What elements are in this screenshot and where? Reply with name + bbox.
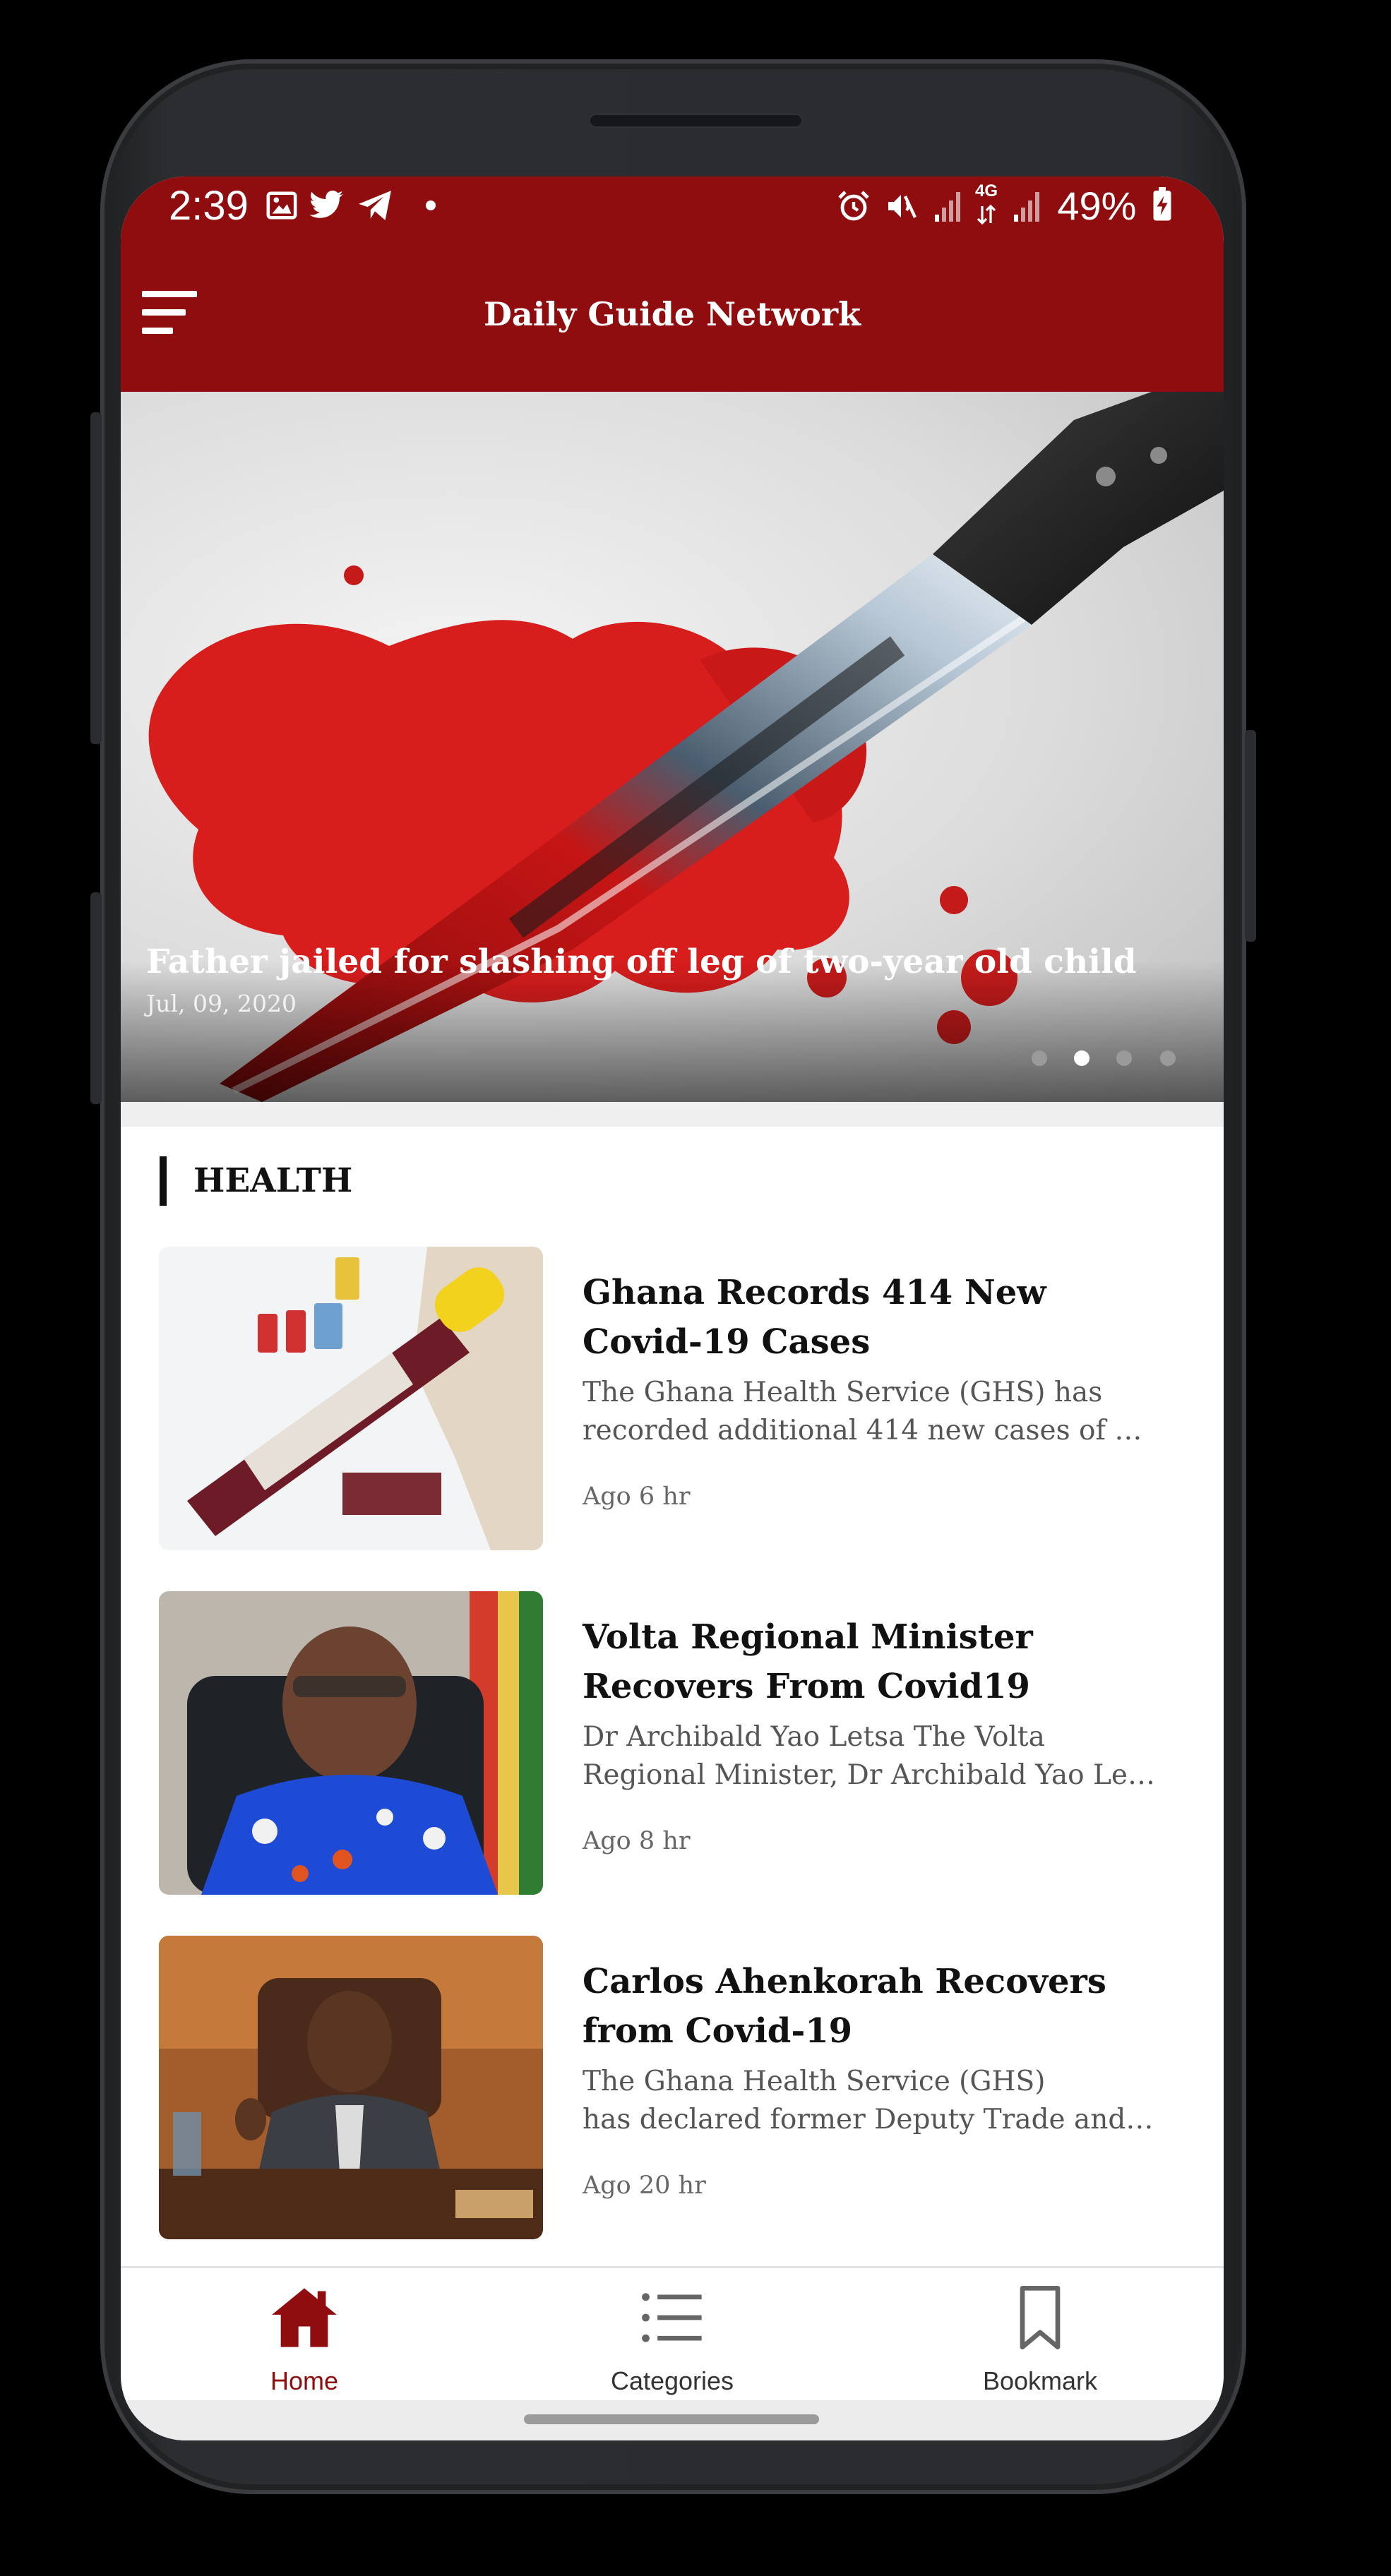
article-thumbnail[interactable] <box>159 1591 543 1895</box>
nav-home-label: Home <box>270 2366 339 2395</box>
signal-icon-2 <box>1014 192 1039 222</box>
signal-icon <box>935 192 960 222</box>
nav-bookmark[interactable]: Bookmark <box>913 2268 1167 2402</box>
article-time: Ago 6 hr <box>583 1482 691 1511</box>
bottom-navigation: Home Categories Bookmark <box>121 2266 1224 2402</box>
slider-dot-active[interactable] <box>1074 1050 1089 1066</box>
app-bar: 2:39 4G 49% Daily Guide Network <box>121 176 1224 392</box>
article-time: Ago 20 hr <box>583 2171 706 2200</box>
nav-bookmark-label: Bookmark <box>982 2366 1098 2395</box>
slider-dot[interactable] <box>1032 1050 1047 1066</box>
article-title[interactable]: Ghana Records 414 New Covid-19 Cases <box>583 1268 1169 1367</box>
network-type: 4G <box>975 181 998 200</box>
status-bar: 2:39 4G 49% <box>121 176 1224 261</box>
article-snippet: Dr Archibald Yao Letsa The Volta Regiona… <box>583 1721 1162 1791</box>
article-time: Ago 8 hr <box>583 1827 691 1855</box>
slider-dot[interactable] <box>1160 1050 1176 1066</box>
app-screen: 2:39 4G 49% Daily Guide Network Father j… <box>121 176 1224 2440</box>
twitter-icon <box>309 191 343 218</box>
bookmark-icon <box>1020 2286 1061 2349</box>
hero-headline[interactable]: Father jailed for slashing off leg of tw… <box>146 937 1137 987</box>
image-icon <box>266 191 297 220</box>
home-icon <box>272 2288 337 2347</box>
battery-percent: 49% <box>1057 178 1173 234</box>
nav-home[interactable]: Home <box>177 2268 431 2402</box>
battery-charging-icon <box>1153 187 1171 221</box>
section-divider <box>121 1102 1224 1127</box>
status-time: 2:39 <box>169 183 249 229</box>
list-icon <box>642 2293 702 2342</box>
article-card[interactable]: Carlos Ahenkorah Recovers from Covid-19 … <box>159 1936 1197 2239</box>
alarm-icon <box>838 191 869 221</box>
app-title: Daily Guide Network <box>484 295 861 333</box>
data-arrows-icon <box>977 205 996 224</box>
article-thumbnail[interactable] <box>159 1936 543 2239</box>
home-gesture-bar[interactable] <box>524 2414 819 2424</box>
article-snippet: The Ghana Health Service (GHS) has recor… <box>583 1377 1162 1446</box>
article-card[interactable]: Ghana Records 414 New Covid-19 Cases The… <box>159 1247 1197 1550</box>
article-title[interactable]: Carlos Ahenkorah Recovers from Covid-19 <box>583 1957 1169 2056</box>
power-button <box>1245 730 1256 942</box>
article-thumbnail[interactable] <box>159 1247 543 1550</box>
article-title[interactable]: Volta Regional Minister Recovers From Co… <box>583 1612 1169 1711</box>
telegram-icon <box>359 191 391 220</box>
nav-categories[interactable]: Categories <box>545 2268 799 2402</box>
mute-icon <box>888 195 917 218</box>
article-snippet: The Ghana Health Service (GHS) has decla… <box>583 2066 1162 2135</box>
article-card[interactable]: Volta Regional Minister Recovers From Co… <box>159 1591 1197 1895</box>
bixby-button <box>90 892 102 1104</box>
section-title: HEALTH <box>160 1156 352 1206</box>
slider-dot[interactable] <box>1116 1050 1132 1066</box>
earpiece-speaker <box>588 113 804 128</box>
nav-categories-label: Categories <box>610 2366 734 2395</box>
volume-button <box>90 412 102 744</box>
notification-dot-icon <box>426 200 436 210</box>
hero-date: Jul, 09, 2020 <box>146 990 297 1017</box>
